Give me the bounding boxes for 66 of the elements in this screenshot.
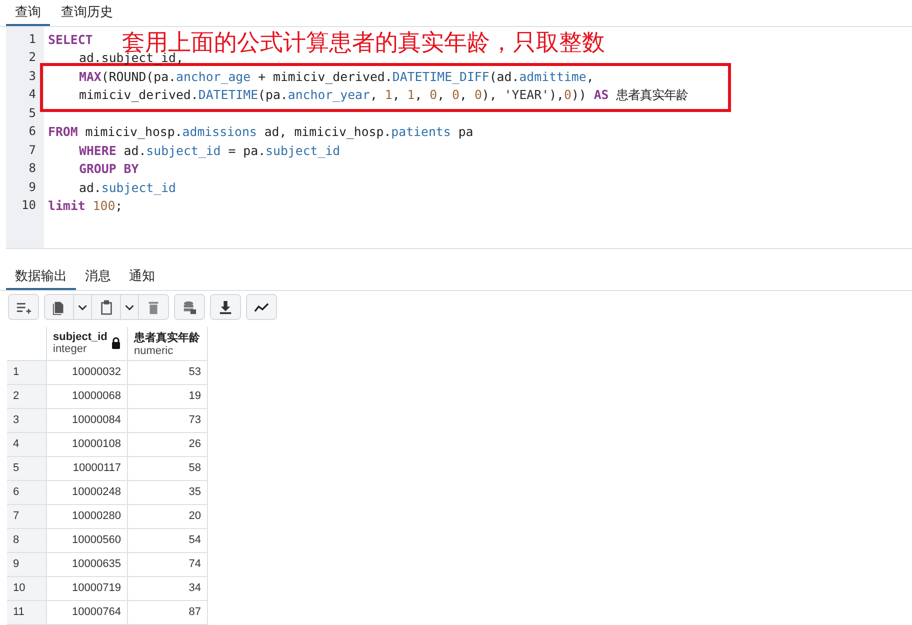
table-cell: 53 [128,360,208,385]
row-number: 10 [7,576,47,601]
table-cell: 20 [128,504,208,529]
row-number: 5 [7,456,47,481]
line-number: 1 [28,32,37,48]
table-cell: 10000719 [47,576,128,601]
table-cell: 54 [128,528,208,553]
line-number: 7 [28,142,37,159]
row-number: 9 [7,552,47,577]
table-cell: 19 [128,384,208,409]
table-cell: 35 [128,480,208,505]
code-line: SELECT [48,32,93,49]
table-cell: 10000108 [47,432,128,457]
code-line: GROUP BY [78,161,139,178]
code-line: mimiciv_derived.DATETIME(pa.anchor_year, 1, 1, 0, 0, 0), 'YEAR'),0)) AS 患者真实年龄 [78,87,688,104]
table-cell: 34 [128,576,208,601]
table-cell: 10000248 [47,480,128,505]
column-name: 患者真实年龄 [134,330,200,345]
code-line: MAX(ROUND(pa.anchor_age + mimiciv_derived.DATETIME_DIFF(ad.admittime, [78,68,594,86]
code-line: FROM mimiciv_hosp.admissions ad, mimiciv_hosp.patients pa [48,124,474,142]
column-type: integer [53,343,88,356]
row-number: 6 [7,480,47,505]
table-cell: 87 [128,600,208,625]
table-cell: 73 [128,408,208,433]
line-number: 5 [28,106,37,122]
copy-icon [52,300,66,316]
download-icon [218,300,233,316]
table-cell: 10000280 [47,504,128,529]
table-cell: 58 [128,456,208,481]
table-cell: 10000117 [47,456,128,481]
table-cell: 10000084 [47,408,128,433]
row-number: 3 [7,408,47,433]
line-number: 8 [28,161,37,178]
table-cell: 26 [128,432,208,457]
row-number: 8 [7,528,47,553]
table-cell: 10000560 [47,528,128,553]
code-line: ad.subject_id [78,180,176,197]
table-cell: 10000068 [47,384,128,409]
copy-button[interactable] [45,294,74,319]
column-name: subject_id [53,331,108,344]
line-number: 9 [28,180,37,196]
lock-icon [111,337,121,350]
database-icon [182,300,197,316]
row-number: 7 [7,504,47,529]
row-number: 1 [7,360,47,385]
line-number: 3 [28,68,37,85]
table-cell: 10000764 [47,600,128,625]
dropdown-button[interactable] [74,294,92,319]
clipboard-icon [98,300,114,316]
line-number: 10 [20,198,37,214]
row-number: 4 [7,432,47,457]
line-number: 4 [28,87,37,104]
add-row-icon [16,300,31,316]
table-cell: 74 [128,552,208,577]
row-number: 11 [7,600,47,625]
code-line: WHERE ad.subject_id = pa.subject_id [78,142,340,160]
column-type: numeric [134,344,174,357]
dropdown-button[interactable] [121,294,139,319]
line-number: 2 [28,50,37,66]
table-cell: 10000032 [47,360,128,385]
table-cell: 10000635 [47,552,128,577]
row-number: 2 [7,384,47,409]
line-number: 6 [28,124,37,140]
code-line: limit 100; [48,198,123,216]
trash-icon [146,300,161,316]
paste-button[interactable] [92,294,121,319]
